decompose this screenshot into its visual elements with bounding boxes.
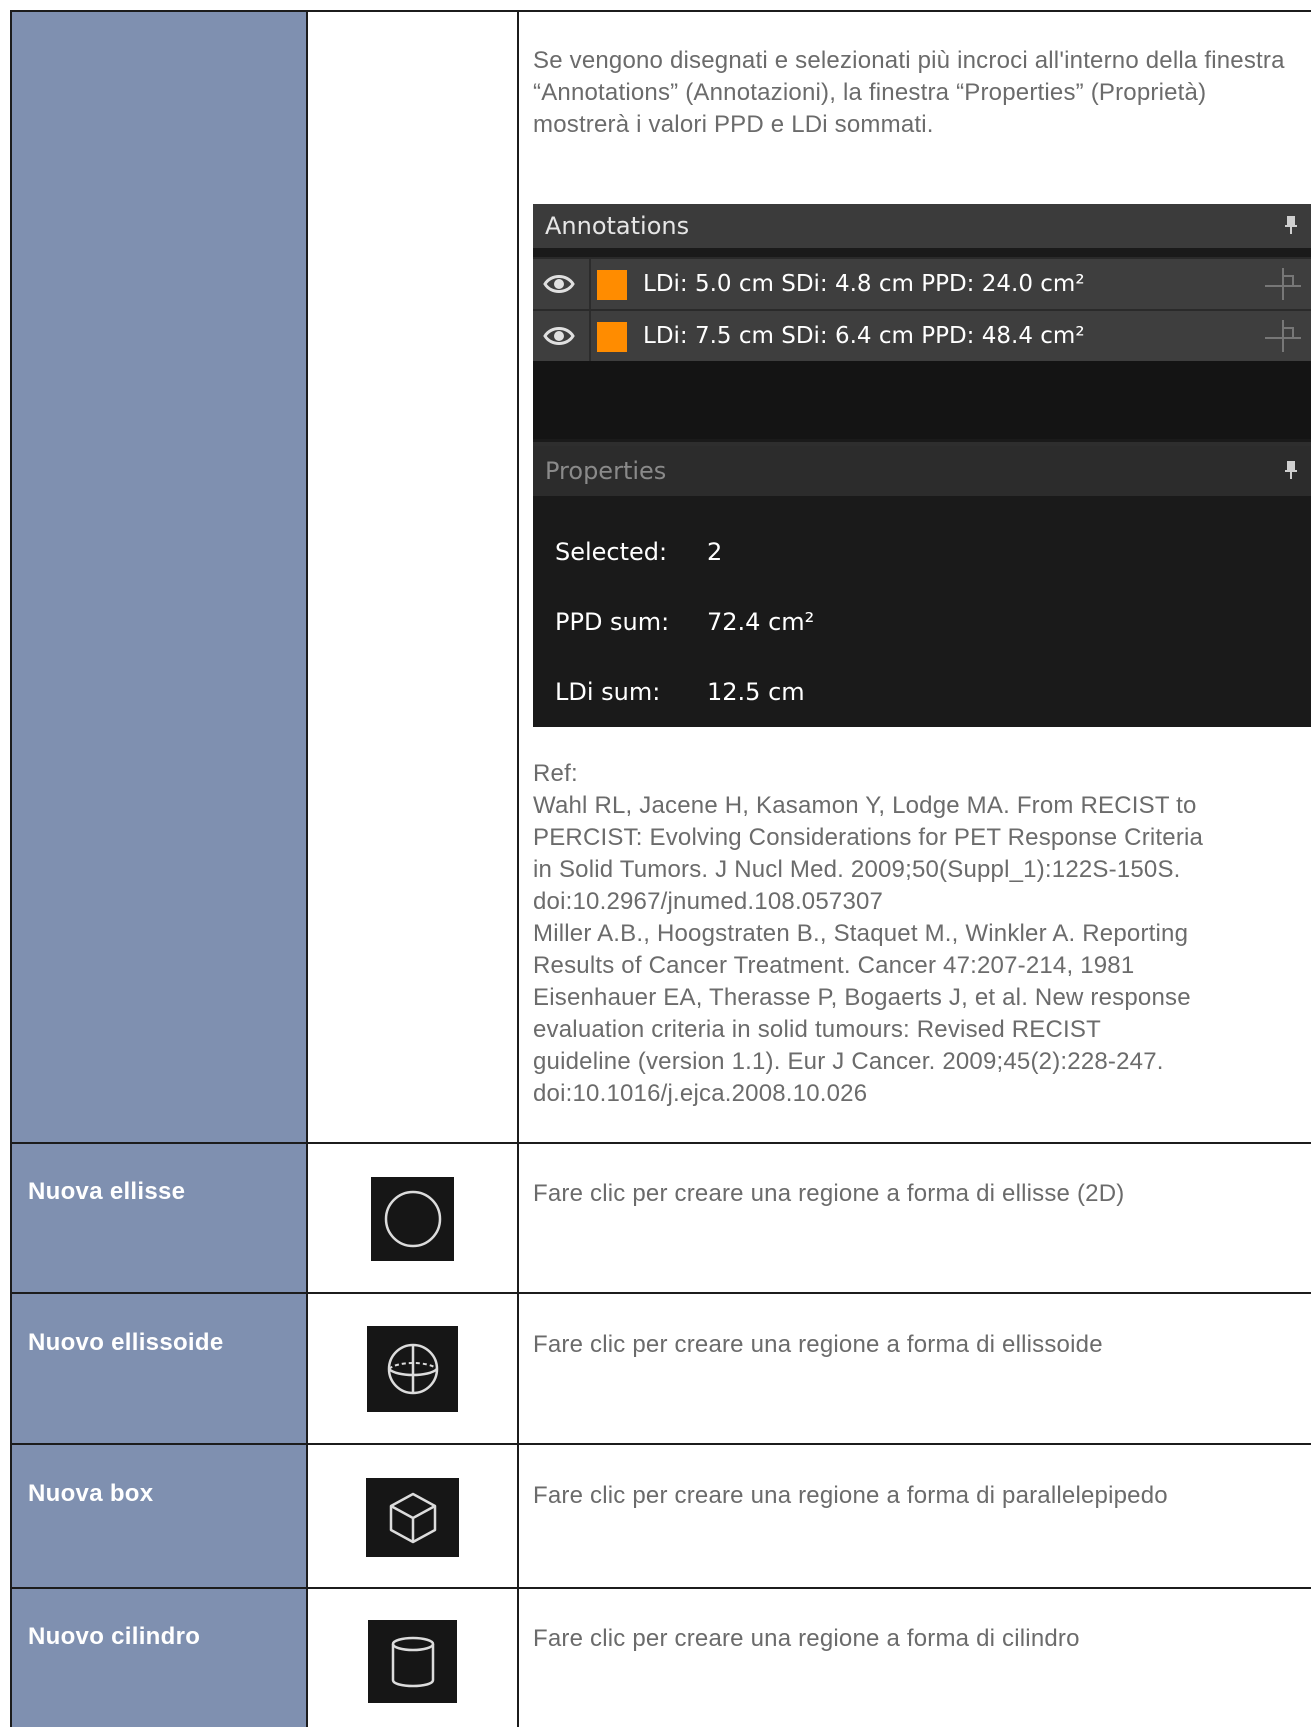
- tool-name: Nuova box: [28, 1480, 154, 1507]
- eye-icon[interactable]: [543, 271, 575, 297]
- tool-description: Fare clic per creare una regione a forma…: [533, 1180, 1125, 1207]
- tool-description: Fare clic per creare una regione a forma…: [533, 1625, 1080, 1652]
- reference-line: in Solid Tumors. J Nucl Med. 2009;50(Sup…: [533, 856, 1181, 883]
- property-value: 72.4 cm²: [707, 608, 815, 636]
- crosshair-icon: [1265, 320, 1301, 352]
- reference-line: guideline (version 1.1). Eur J Cancer. 2…: [533, 1048, 1164, 1075]
- properties-title: Properties: [545, 457, 667, 485]
- ellipse-icon: [384, 1190, 441, 1248]
- reference-line: Eisenhauer EA, Therasse P, Bogaerts J, e…: [533, 984, 1191, 1011]
- label-cell-top: [12, 12, 306, 1142]
- property-label: PPD sum:: [555, 608, 670, 636]
- property-value: 2: [707, 538, 723, 566]
- reference-line: evaluation criteria in solid tumours: Re…: [533, 1016, 1101, 1043]
- tool-name: Nuovo cilindro: [28, 1623, 201, 1650]
- column-divider: [306, 10, 308, 1727]
- pin-icon[interactable]: [1285, 215, 1297, 235]
- reference-line: Wahl RL, Jacene H, Kasamon Y, Lodge MA. …: [533, 792, 1197, 819]
- annotation-row[interactable]: LDi: 7.5 cm SDi: 6.4 cm PPD: 48.4 cm²: [533, 309, 1311, 361]
- color-swatch[interactable]: [597, 270, 627, 300]
- row-separator: [589, 259, 591, 309]
- properties-header: Properties: [533, 446, 1311, 496]
- property-label: Selected:: [555, 538, 668, 566]
- box-tool-button[interactable]: [366, 1478, 459, 1557]
- reference-line: doi:10.1016/j.ejca.2008.10.026: [533, 1080, 868, 1107]
- table-border-left: [10, 10, 12, 1727]
- annotations-title: Annotations: [545, 212, 690, 240]
- table-border-top: [12, 10, 1311, 12]
- pin-icon[interactable]: [1285, 460, 1297, 480]
- reference-line: Results of Cancer Treatment. Cancer 47:2…: [533, 952, 1135, 979]
- annotation-row[interactable]: LDi: 5.0 cm SDi: 4.8 cm PPD: 24.0 cm²: [533, 257, 1311, 309]
- annotation-text: LDi: 5.0 cm SDi: 4.8 cm PPD: 24.0 cm²: [643, 271, 1085, 297]
- ellipsoid-tool-button[interactable]: [367, 1326, 458, 1412]
- ellipsoid-icon: [387, 1343, 438, 1395]
- annotations-properties-screenshot: Annotations LDi: 5.0 cm SDi: 4.8 cm PPD:…: [533, 204, 1311, 727]
- eye-icon[interactable]: [543, 323, 575, 349]
- cylinder-tool-button[interactable]: [368, 1620, 457, 1703]
- annotations-empty-area: [533, 361, 1311, 439]
- crosshair-icon: [1265, 268, 1301, 300]
- tool-description: Fare clic per creare una regione a forma…: [533, 1331, 1103, 1358]
- reference-line: Ref:: [533, 760, 578, 787]
- label-cell-ellipsoid: [12, 1294, 306, 1443]
- property-label: LDi sum:: [555, 678, 661, 706]
- annotation-text: LDi: 7.5 cm SDi: 6.4 cm PPD: 48.4 cm²: [643, 323, 1085, 349]
- row-divider: [12, 1587, 1311, 1589]
- reference-line: Miller A.B., Hoogstraten B., Staquet M.,…: [533, 920, 1189, 947]
- property-value: 12.5 cm: [707, 678, 805, 706]
- column-divider: [517, 10, 519, 1727]
- annotations-header: Annotations: [533, 204, 1311, 248]
- reference-line: PERCIST: Evolving Considerations for PET…: [533, 824, 1204, 851]
- references: Ref: Wahl RL, Jacene H, Kasamon Y, Lodge…: [533, 758, 1303, 1110]
- label-cell-cylinder: [12, 1589, 306, 1727]
- color-swatch[interactable]: [597, 322, 627, 352]
- label-cell-ellipse: [12, 1144, 306, 1292]
- intro-paragraph: Se vengono disegnati e selezionati più i…: [533, 47, 1285, 138]
- row-divider: [12, 1443, 1311, 1445]
- reference-line: doi:10.2967/jnumed.108.057307: [533, 888, 884, 915]
- tool-description: Fare clic per creare una regione a forma…: [533, 1482, 1168, 1509]
- label-cell-box: [12, 1445, 306, 1587]
- row-divider: [12, 1142, 1311, 1144]
- tool-name: Nuova ellisse: [28, 1178, 186, 1205]
- ellipse-tool-button[interactable]: [371, 1177, 454, 1261]
- tools-table: Se vengono disegnati e selezionati più i…: [0, 0, 1311, 1727]
- cylinder-icon: [391, 1636, 434, 1687]
- row-separator: [589, 311, 591, 361]
- row-divider: [12, 1292, 1311, 1294]
- tool-name: Nuovo ellissoide: [28, 1329, 224, 1356]
- box-icon: [389, 1492, 436, 1543]
